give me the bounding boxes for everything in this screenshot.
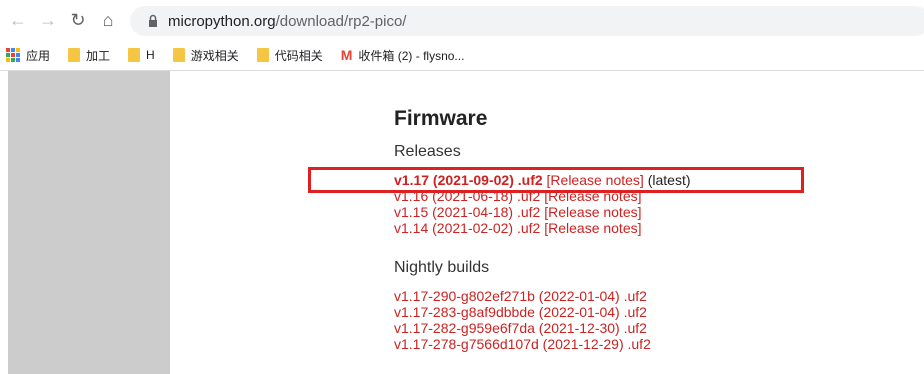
highlight-box-annotation <box>308 167 804 193</box>
bookmark-folder-code[interactable]: 代码相关 <box>253 47 323 64</box>
nightly-item: v1.17-278-g7566d107d (2021-12-29) .uf2 <box>394 336 651 352</box>
reload-icon[interactable]: ↻ <box>66 8 90 32</box>
nightly-builds-heading: Nightly builds <box>394 259 490 276</box>
nightly-download-link[interactable]: v1.17-283-g8af9dbbde (2022-01-04) .uf2 <box>394 304 647 320</box>
bookmark-label: 加工 <box>86 48 111 63</box>
nightly-item: v1.17-282-g959e6f7da (2021-12-30) .uf2 <box>394 320 647 336</box>
url-host: micropython.org <box>168 12 276 30</box>
nightly-download-link[interactable]: v1.17-282-g959e6f7da (2021-12-30) .uf2 <box>394 320 647 336</box>
back-arrow-icon[interactable]: ← <box>6 8 30 32</box>
left-sidebar-panel <box>8 71 170 374</box>
releases-heading: Releases <box>394 143 461 160</box>
home-icon[interactable]: ⌂ <box>96 8 120 32</box>
bookmarks-bar: 应用 加工 H 游戏相关 代码相关 M 收件箱 (2) - flysno... <box>0 40 924 71</box>
folder-icon <box>128 48 141 62</box>
bookmark-gmail-inbox[interactable]: M 收件箱 (2) - flysno... <box>337 47 465 64</box>
apps-grid-icon <box>6 48 20 62</box>
bookmark-folder-h[interactable]: H <box>124 48 155 62</box>
folder-icon <box>256 48 269 62</box>
release-item: v1.14 (2021-02-02) .uf2 [Release notes] <box>394 220 642 236</box>
release-item: v1.15 (2021-04-18) .uf2 [Release notes] <box>394 204 642 220</box>
page-content: Firmware Releases v1.17 (2021-09-02) .uf… <box>0 71 924 374</box>
bookmark-label: 代码相关 <box>274 48 323 63</box>
release-notes-link[interactable]: [Release notes] <box>544 204 641 220</box>
release-download-link[interactable]: v1.14 (2021-02-02) .uf2 <box>394 220 540 236</box>
folder-icon <box>68 48 81 62</box>
nightly-item: v1.17-290-g802ef271b (2022-01-04) .uf2 <box>394 288 647 304</box>
nightly-item: v1.17-283-g8af9dbbde (2022-01-04) .uf2 <box>394 304 647 320</box>
release-download-link[interactable]: v1.15 (2021-04-18) .uf2 <box>394 204 540 220</box>
release-notes-link[interactable]: [Release notes] <box>544 220 641 236</box>
nightly-download-link[interactable]: v1.17-290-g802ef271b (2022-01-04) .uf2 <box>394 288 647 304</box>
address-bar[interactable]: micropython.org/download/rp2-pico/ <box>130 6 924 36</box>
bookmark-label: 应用 <box>26 48 51 63</box>
gmail-icon: M <box>340 47 353 63</box>
bookmark-apps[interactable]: 应用 <box>6 47 50 64</box>
browser-toolbar: ← → ↻ ⌂ micropython.org/download/rp2-pic… <box>0 0 924 40</box>
nightly-download-link[interactable]: v1.17-278-g7566d107d (2021-12-29) .uf2 <box>394 336 651 352</box>
page-title: Firmware <box>394 107 488 130</box>
url-text: micropython.org/download/rp2-pico/ <box>168 13 406 30</box>
bookmark-label: 收件箱 (2) - flysno... <box>358 48 465 63</box>
bookmark-folder-games[interactable]: 游戏相关 <box>169 47 239 64</box>
lock-icon <box>149 14 157 27</box>
bookmark-folder-jiagong[interactable]: 加工 <box>64 47 110 64</box>
bookmark-label: 游戏相关 <box>190 48 239 63</box>
bookmark-label: H <box>146 48 155 62</box>
forward-arrow-icon[interactable]: → <box>36 8 60 32</box>
url-path: /download/rp2-pico/ <box>275 12 407 30</box>
folder-icon <box>172 48 185 62</box>
